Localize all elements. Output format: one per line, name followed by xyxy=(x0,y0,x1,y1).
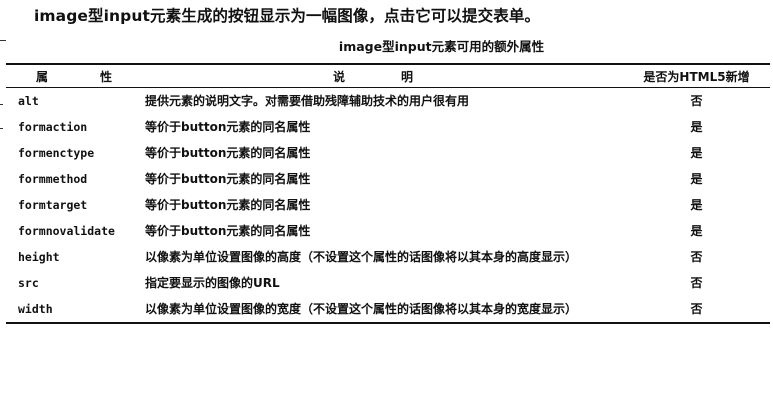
attribute-description: 以像素为单位设置图像的宽度（不设置这个属性的话图像将以其本身的宽度显示） xyxy=(145,302,578,316)
attribute-description: 等价于button元素的同名属性 xyxy=(145,172,311,186)
header-attribute: 属 性 xyxy=(36,69,133,84)
table-row: width 以像素为单位设置图像的宽度（不设置这个属性的话图像将以其本身的宽度显… xyxy=(6,296,770,323)
attribute-name: src xyxy=(18,276,39,290)
is-new-flag: 是 xyxy=(690,146,703,160)
attribute-name: formtarget xyxy=(18,198,88,212)
is-new-flag: 是 xyxy=(690,172,703,186)
attribute-description: 以像素为单位设置图像的高度（不设置这个属性的话图像将以其本身的高度显示） xyxy=(145,250,578,264)
attribute-name: height xyxy=(18,250,60,264)
is-new-flag: 是 xyxy=(690,120,703,134)
table-caption: image型input元素可用的额外属性 xyxy=(338,39,545,54)
is-new-flag: 否 xyxy=(690,250,703,264)
table-row: alt 提供元素的说明文字。对需要借助残障辅助技术的用户很有用 否 xyxy=(6,88,770,115)
table-row: height 以像素为单位设置图像的高度（不设置这个属性的话图像将以其本身的高度… xyxy=(6,244,770,270)
attributes-table-container: 属 性 说 明 是否为HTML5新增 alt 提供元素的说明文字。对需要借助残障… xyxy=(6,63,770,324)
attribute-description: 指定要显示的图像的URL xyxy=(145,276,280,290)
attributes-table: 属 性 说 明 是否为HTML5新增 alt 提供元素的说明文字。对需要借助残障… xyxy=(6,63,770,324)
intro-paragraph: image型input元素生成的按钮显示为一幅图像，点击它可以提交表单。 xyxy=(34,7,541,25)
attribute-name: formenctype xyxy=(18,146,95,160)
attribute-description: 等价于button元素的同名属性 xyxy=(145,146,311,160)
is-new-flag: 否 xyxy=(690,276,703,290)
table-row: formtarget 等价于button元素的同名属性 是 xyxy=(6,192,770,218)
attribute-name: formmethod xyxy=(18,172,88,186)
table-row: src 指定要显示的图像的URL 否 xyxy=(6,270,770,296)
header-description: 说 明 xyxy=(332,69,435,84)
attribute-description: 等价于button元素的同名属性 xyxy=(145,198,311,212)
margin-mark xyxy=(0,128,3,129)
table-row: formnovalidate 等价于button元素的同名属性 是 xyxy=(6,218,770,244)
table-row: formaction 等价于button元素的同名属性 是 xyxy=(6,114,770,140)
is-new-flag: 否 xyxy=(690,94,703,108)
table-row: formenctype 等价于button元素的同名属性 是 xyxy=(6,140,770,166)
attribute-description: 提供元素的说明文字。对需要借助残障辅助技术的用户很有用 xyxy=(145,94,470,108)
is-new-flag: 是 xyxy=(690,224,703,238)
table-row: formmethod 等价于button元素的同名属性 是 xyxy=(6,166,770,192)
attribute-name: width xyxy=(18,302,53,316)
margin-mark xyxy=(0,104,3,105)
table-header-row: 属 性 说 明 是否为HTML5新增 xyxy=(6,64,770,88)
header-is-html5-new: 是否为HTML5新增 xyxy=(643,69,750,84)
attribute-name: alt xyxy=(18,94,39,108)
is-new-flag: 否 xyxy=(690,302,703,316)
attribute-name: formaction xyxy=(18,120,88,134)
is-new-flag: 是 xyxy=(690,198,703,212)
attribute-description: 等价于button元素的同名属性 xyxy=(145,120,311,134)
attribute-description: 等价于button元素的同名属性 xyxy=(145,224,311,238)
attribute-name: formnovalidate xyxy=(18,224,115,238)
